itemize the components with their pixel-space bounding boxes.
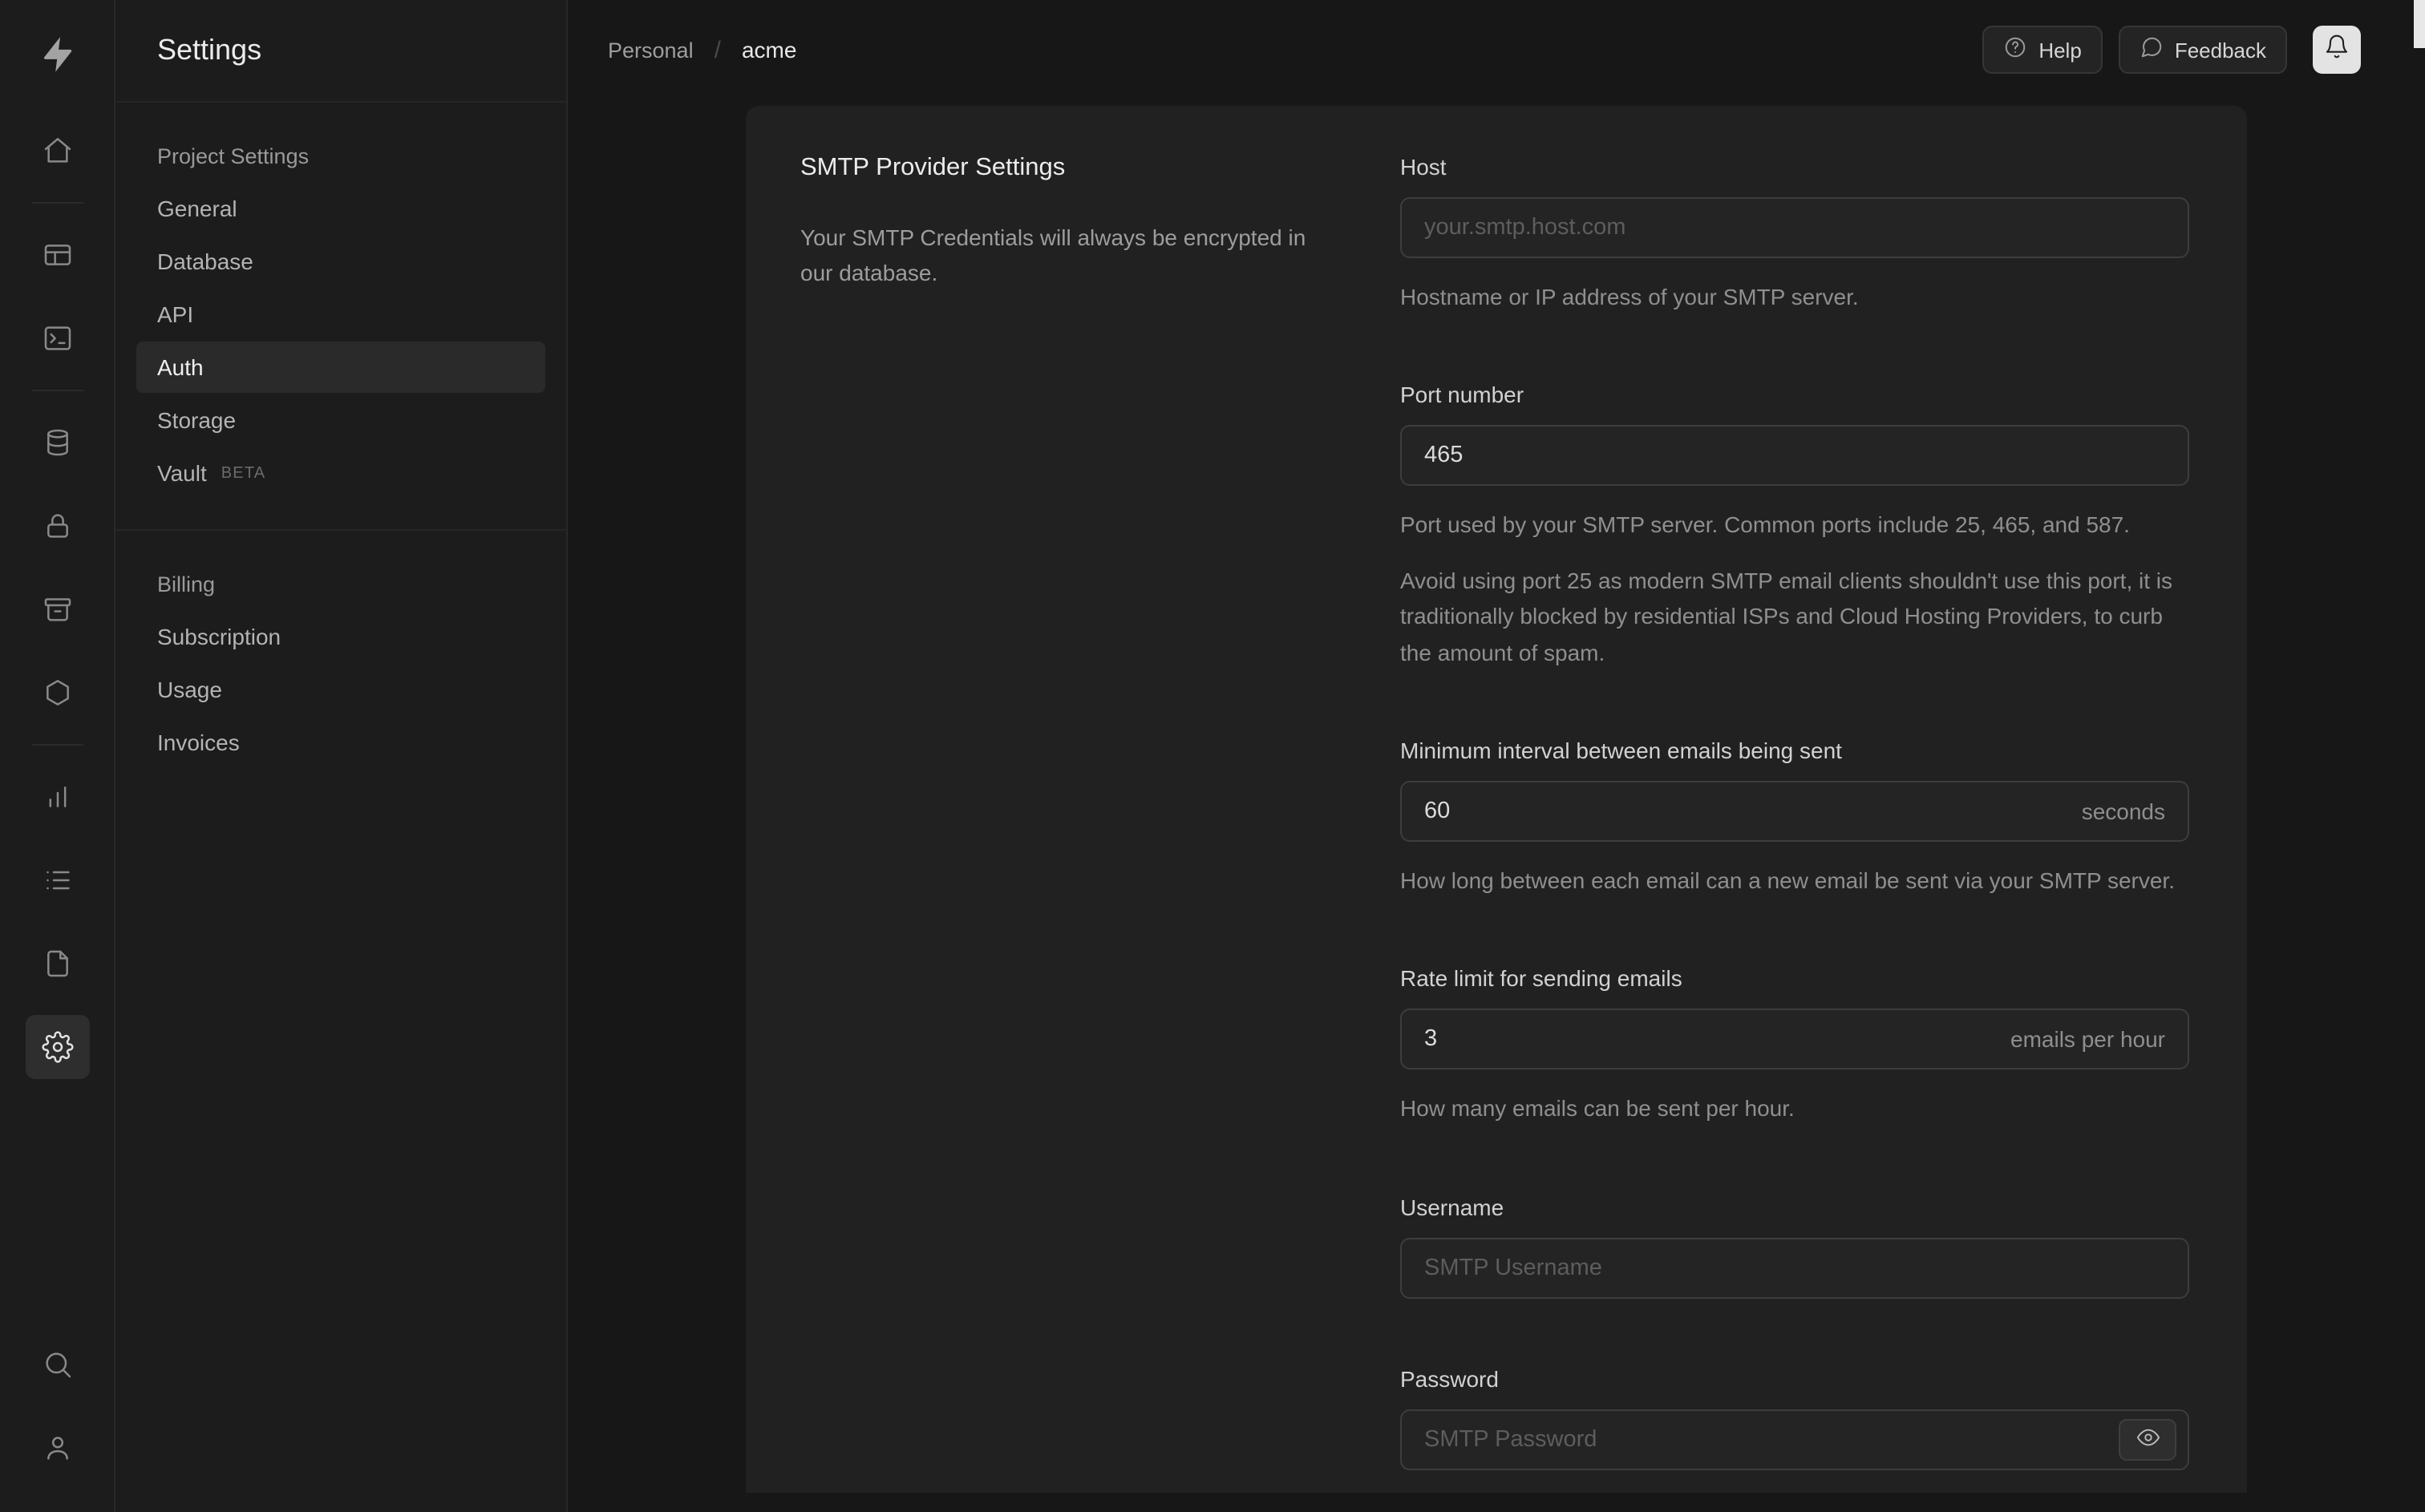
password-field-group: Password (1400, 1365, 2189, 1470)
icon-rail (0, 0, 115, 1512)
page-title: Settings (157, 34, 262, 66)
sidebar-item-api[interactable]: API (136, 289, 545, 340)
username-field-group: Username (1400, 1194, 2189, 1299)
section-label-billing: Billing (157, 572, 216, 596)
project-settings-section: Project Settings General Database API Au… (115, 103, 566, 529)
min-interval-field-group: Minimum interval between emails being se… (1400, 738, 2189, 899)
reports-icon[interactable] (25, 765, 89, 829)
help-button-label: Help (2038, 38, 2082, 62)
project-settings-icon[interactable] (25, 1015, 89, 1079)
min-interval-input-wrapper: seconds (1400, 780, 2189, 842)
feedback-button-label: Feedback (2174, 38, 2266, 62)
database-icon[interactable] (25, 410, 89, 475)
smtp-form: Host Hostname or IP address of your SMTP… (1400, 154, 2189, 1493)
port-field-group: Port number Port used by your SMTP serve… (1400, 382, 2189, 670)
storage-icon[interactable] (25, 577, 89, 641)
rate-limit-input[interactable] (1424, 1026, 1994, 1053)
user-icon[interactable] (25, 1416, 89, 1480)
sidebar-header: Settings (115, 0, 566, 103)
main-area: Personal / acme Help Feedback SMTP Provi… (568, 0, 2425, 1512)
feedback-icon (2140, 35, 2164, 64)
rail-divider (31, 390, 83, 391)
section-intro: SMTP Provider Settings Your SMTP Credent… (800, 154, 1330, 1493)
username-label: Username (1400, 1194, 1504, 1220)
rate-limit-input-wrapper: emails per hour (1400, 1009, 2189, 1070)
authentication-icon[interactable] (25, 494, 89, 558)
sidebar-item-label: Vault (157, 460, 207, 486)
scrollbar-track[interactable] (2414, 0, 2425, 1512)
top-bar: Personal / acme Help Feedback (568, 0, 2425, 99)
sidebar-item-vault[interactable]: Vault BETA (136, 447, 545, 499)
logs-icon[interactable] (25, 848, 89, 912)
breadcrumb-separator: / (714, 36, 721, 63)
settings-sidebar: Settings Project Settings General Databa… (115, 0, 568, 1512)
smtp-settings-card: SMTP Provider Settings Your SMTP Credent… (746, 106, 2247, 1493)
sidebar-item-database[interactable]: Database (136, 236, 545, 287)
sql-editor-icon[interactable] (25, 306, 89, 370)
password-input[interactable] (1424, 1426, 2119, 1453)
sidebar-item-auth[interactable]: Auth (136, 342, 545, 393)
rail-divider (31, 202, 83, 204)
help-icon (2003, 35, 2027, 64)
beta-badge: BETA (221, 464, 266, 482)
section-description: Your SMTP Credentials will always be enc… (800, 224, 1306, 285)
edge-functions-icon[interactable] (25, 661, 89, 725)
scrollbar-thumb[interactable] (2414, 0, 2425, 48)
port-input[interactable] (1424, 443, 2165, 469)
port-input-wrapper (1400, 425, 2189, 487)
topbar-actions: Help Feedback (1982, 26, 2361, 74)
section-label-project-settings: Project Settings (157, 144, 310, 168)
min-interval-suffix: seconds (2081, 798, 2165, 824)
breadcrumb-org[interactable]: Personal (608, 38, 694, 62)
host-input-wrapper (1400, 197, 2189, 258)
min-interval-help-text: How long between each email can a new em… (1400, 867, 2175, 893)
sidebar-item-invoices[interactable]: Invoices (136, 717, 545, 768)
api-docs-icon[interactable] (25, 932, 89, 996)
port-note-text: Avoid using port 25 as modern SMTP email… (1400, 567, 2173, 665)
supabase-logo[interactable] (0, 0, 114, 109)
rate-limit-field-group: Rate limit for sending emails emails per… (1400, 966, 2189, 1127)
rate-limit-help-text: How many emails can be sent per hour. (1400, 1095, 1795, 1122)
section-title: SMTP Provider Settings (800, 154, 1066, 181)
min-interval-label: Minimum interval between emails being se… (1400, 737, 1842, 763)
sidebar-item-usage[interactable]: Usage (136, 664, 545, 715)
breadcrumb: Personal / acme (608, 36, 796, 63)
billing-section: Billing Subscription Usage Invoices (115, 529, 566, 798)
sidebar-item-subscription[interactable]: Subscription (136, 611, 545, 662)
host-input[interactable] (1424, 215, 2165, 241)
password-label: Password (1400, 1365, 1499, 1392)
host-field-group: Host Hostname or IP address of your SMTP… (1400, 154, 2189, 315)
min-interval-input[interactable] (1424, 798, 2066, 824)
rail-divider (31, 744, 83, 746)
search-icon[interactable] (25, 1332, 89, 1397)
port-label: Port number (1400, 382, 1524, 408)
eye-icon (2136, 1425, 2160, 1453)
reveal-password-button[interactable] (2119, 1418, 2176, 1461)
username-input-wrapper (1400, 1237, 2189, 1299)
username-input[interactable] (1424, 1255, 2165, 1281)
content-area: SMTP Provider Settings Your SMTP Credent… (568, 99, 2425, 1512)
sidebar-item-general[interactable]: General (136, 183, 545, 234)
rail-bottom-group (25, 1323, 89, 1490)
notifications-button[interactable] (2313, 26, 2361, 74)
app-window: Settings Project Settings General Databa… (0, 0, 2425, 1512)
host-label: Host (1400, 154, 1447, 180)
sidebar-item-storage[interactable]: Storage (136, 394, 545, 446)
rate-limit-label: Rate limit for sending emails (1400, 965, 1682, 992)
table-editor-icon[interactable] (25, 223, 89, 287)
host-help-text: Hostname or IP address of your SMTP serv… (1400, 284, 1859, 309)
feedback-button[interactable]: Feedback (2118, 26, 2287, 74)
bell-icon (2324, 33, 2350, 67)
help-button[interactable]: Help (1982, 26, 2103, 74)
port-help-text: Port used by your SMTP server. Common po… (1400, 511, 2130, 538)
home-icon[interactable] (25, 119, 89, 183)
breadcrumb-project[interactable]: acme (742, 37, 796, 63)
rate-limit-suffix: emails per hour (2010, 1026, 2165, 1053)
password-input-wrapper (1400, 1409, 2189, 1470)
